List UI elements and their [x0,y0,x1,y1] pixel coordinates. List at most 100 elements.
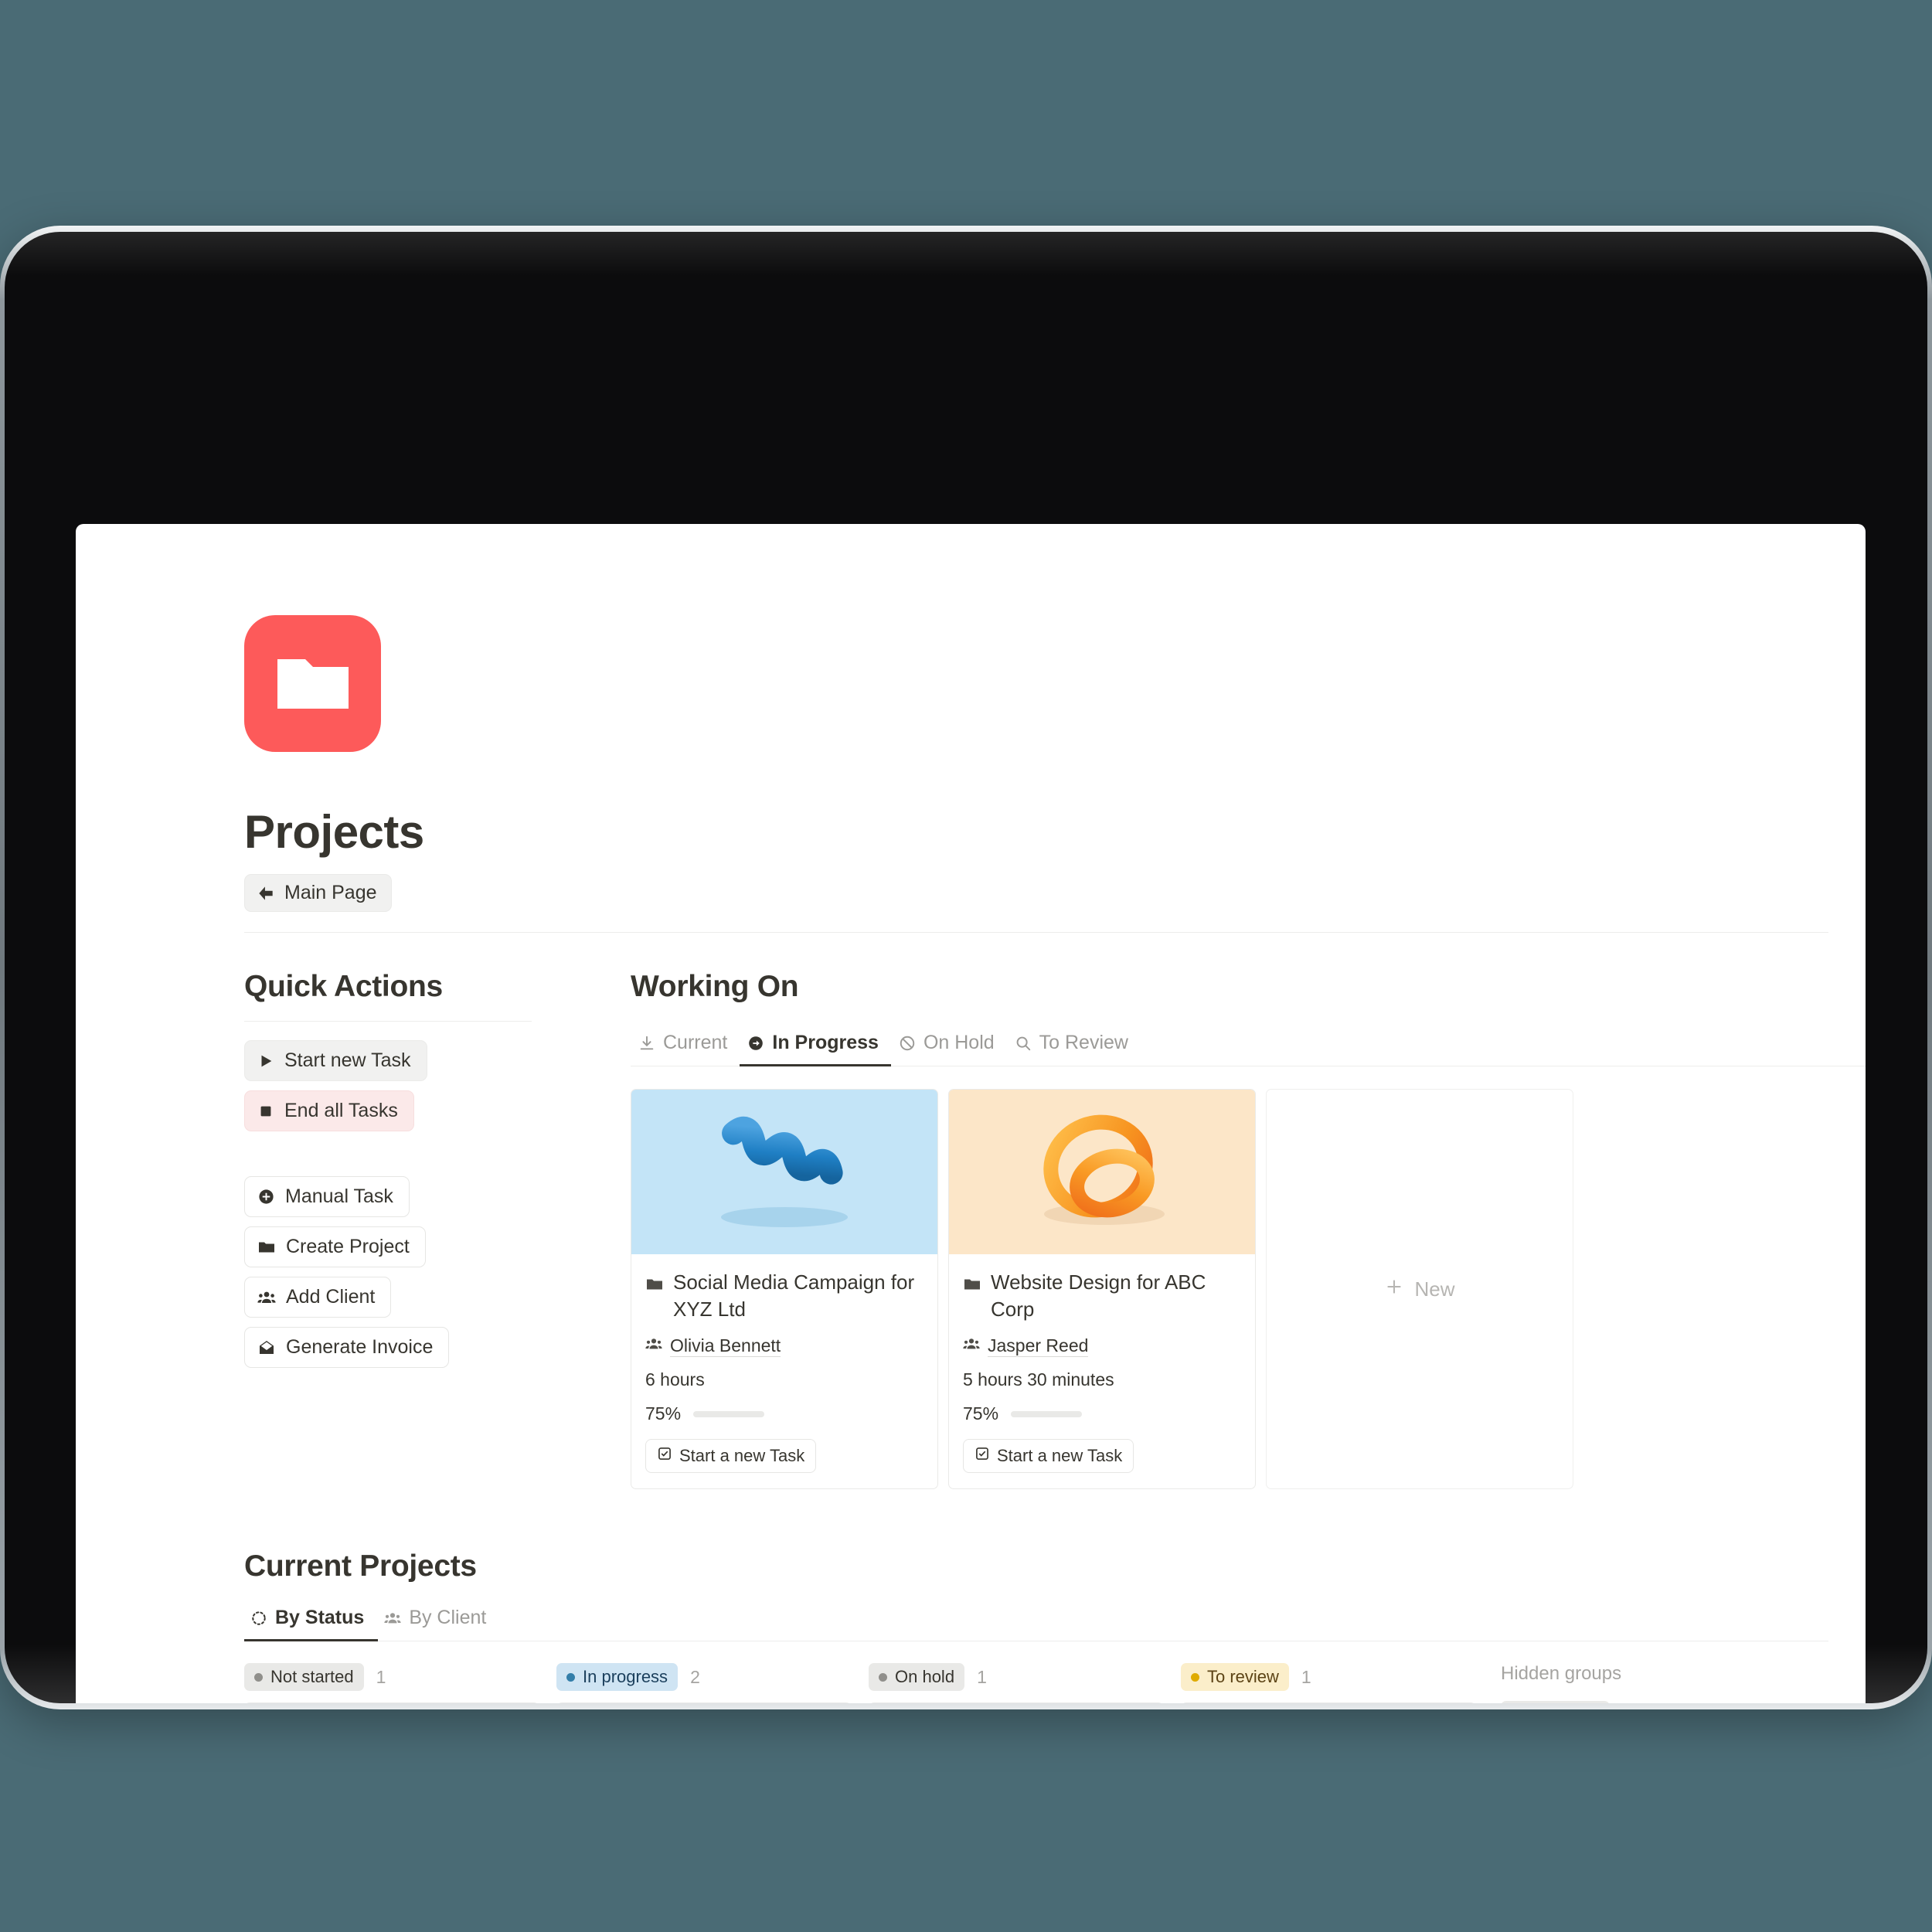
project-card[interactable]: Social Media Campaign for XYZ Ltd [556,1702,852,1703]
header-divider [244,932,1828,933]
start-a-new-task-button[interactable]: Start a new Task [963,1439,1134,1474]
tab-on-hold-label: On Hold [923,1032,995,1053]
tab-current[interactable]: Current [631,1027,740,1066]
checkbox-icon [975,1446,990,1466]
status-label: Not started [270,1667,354,1687]
screenshot-stage: Projects Main Page Quick Actions Start n… [0,0,1932,1932]
arrow-left-icon [256,883,276,903]
hidden-group-row[interactable]: Complete 0 [1501,1701,1818,1703]
working-card[interactable]: Social Media Campaign for XYZ Ltd Olivia… [631,1089,938,1490]
start-a-new-task-button[interactable]: Start a new Task [645,1439,817,1474]
status-badge[interactable]: On hold [869,1663,965,1692]
people-icon [963,1335,980,1357]
board-column-to-review: To review 1 [1181,1663,1476,1703]
status-badge[interactable]: Not started [244,1663,364,1692]
tablet-device-frame: Projects Main Page Quick Actions Start n… [0,226,1932,1709]
arrow-right-circle-icon [747,1035,764,1052]
end-all-tasks-button[interactable]: End all Tasks [244,1090,414,1131]
working-on-tabs: Current In Progress On Hold To Review [631,1027,1866,1066]
quick-actions-secondary-group: Manual Task Create Project Add Client Ge… [244,1176,584,1368]
download-icon [638,1035,655,1052]
status-dot [879,1672,887,1682]
status-badge[interactable]: In progress [556,1663,679,1692]
manual-task-button[interactable]: Manual Task [244,1176,410,1217]
generate-invoice-button[interactable]: Generate Invoice [244,1327,450,1368]
card-progress-label: 75% [963,1403,999,1424]
breadcrumb-main-page-button[interactable]: Main Page [244,874,392,912]
project-card[interactable]: Video Editing for Event Highlights [1181,1702,1476,1703]
current-projects-section: Current Projects By Status By Client Not… [244,1549,1828,1703]
board-column-in-progress: In progress 2 [556,1663,852,1703]
invoice-icon [257,1338,276,1357]
new-card-inner: New [1384,1277,1455,1302]
card-client-row: Olivia Bennett [645,1335,923,1358]
working-on-cards: Social Media Campaign for XYZ Ltd Olivia… [631,1089,1866,1490]
status-dot [254,1672,263,1682]
page-content: Projects Main Page Quick Actions Start n… [76,524,1866,1703]
new-project-card[interactable]: New [1266,1089,1573,1490]
add-client-button[interactable]: Add Client [244,1277,392,1318]
working-card[interactable]: Website Design for ABC Corp Jasper Reed … [948,1089,1256,1490]
status-label: On hold [895,1667,955,1687]
card-client-row: Jasper Reed [963,1335,1241,1358]
status-dot [566,1672,575,1682]
dotted-circle-icon [250,1610,267,1627]
card-title: Website Design for ABC Corp [991,1270,1206,1321]
tablet-screen: Projects Main Page Quick Actions Start n… [76,524,1866,1703]
board-column-not-started: Not started 1 [244,1663,539,1703]
people-icon [257,1288,276,1307]
start-a-new-task-label: Start a new Task [679,1446,805,1466]
no-entry-icon [899,1035,916,1052]
card-progress-label: 75% [645,1403,682,1424]
tab-by-client[interactable]: By Client [378,1602,500,1641]
tab-to-review[interactable]: To Review [1007,1027,1141,1066]
tab-by-status-label: By Status [275,1607,365,1629]
status-board: Not started 1 In progress 2 On hold 1 To… [244,1663,1828,1703]
body-columns: Quick Actions Start new Task End all Tas… [244,970,1866,1490]
quick-actions-panel: Quick Actions Start new Task End all Tas… [244,970,584,1489]
card-title-row: Social Media Campaign for XYZ Ltd [645,1269,923,1322]
new-card-label: New [1414,1277,1455,1301]
tab-on-hold[interactable]: On Hold [891,1027,1007,1066]
hidden-groups-panel: Hidden groups Complete 0 [1493,1663,1818,1703]
tab-by-status[interactable]: By Status [244,1602,379,1642]
folder-icon [257,1238,276,1257]
group-header: Not started 1 [244,1663,539,1692]
quick-actions-divider [244,1021,532,1022]
card-duration: 5 hours 30 minutes [963,1369,1114,1390]
group-count: 1 [977,1666,987,1687]
add-client-label: Add Client [286,1286,376,1308]
project-card[interactable]: Mobile App Development for Fitlife [244,1702,539,1703]
start-new-task-button[interactable]: Start new Task [244,1040,427,1081]
folder-icon [963,1269,981,1301]
card-client-name[interactable]: Jasper Reed [988,1335,1089,1358]
start-a-new-task-label: Start a new Task [997,1446,1123,1466]
project-card[interactable]: SEO Optimization for Green Energy Co. [869,1702,1164,1703]
card-progress: 75% [963,1403,1241,1424]
create-project-button[interactable]: Create Project [244,1226,426,1267]
status-badge[interactable]: To review [1181,1663,1289,1692]
group-header: In progress 2 [556,1663,852,1692]
current-projects-tabs: By Status By Client [244,1602,1828,1642]
stop-square-icon [257,1103,274,1120]
status-label: In progress [583,1667,668,1687]
card-title: Social Media Campaign for XYZ Ltd [673,1270,915,1321]
status-label: To review [1207,1667,1279,1687]
hidden-groups-title: Hidden groups [1501,1663,1622,1685]
card-duration: 6 hours [645,1369,705,1390]
card-client-name[interactable]: Olivia Bennett [670,1335,781,1358]
app-folder-logo [244,615,381,752]
working-on-panel: Working On Current In Progress On Hold T… [584,970,1866,1490]
current-projects-heading: Current Projects [244,1549,477,1583]
quick-actions-primary-group: Start new Task End all Tasks [244,1040,584,1131]
create-project-label: Create Project [286,1236,410,1257]
card-cover-image [631,1090,937,1254]
status-badge-complete[interactable]: Complete [1501,1701,1611,1703]
group-count: 1 [1301,1666,1311,1687]
breadcrumb-label: Main Page [284,882,377,903]
tab-in-progress[interactable]: In Progress [740,1027,891,1066]
card-progress: 75% [645,1403,923,1424]
group-count: 1 [376,1666,386,1687]
manual-task-label: Manual Task [285,1185,393,1207]
card-body: Social Media Campaign for XYZ Ltd Olivia… [631,1254,937,1488]
